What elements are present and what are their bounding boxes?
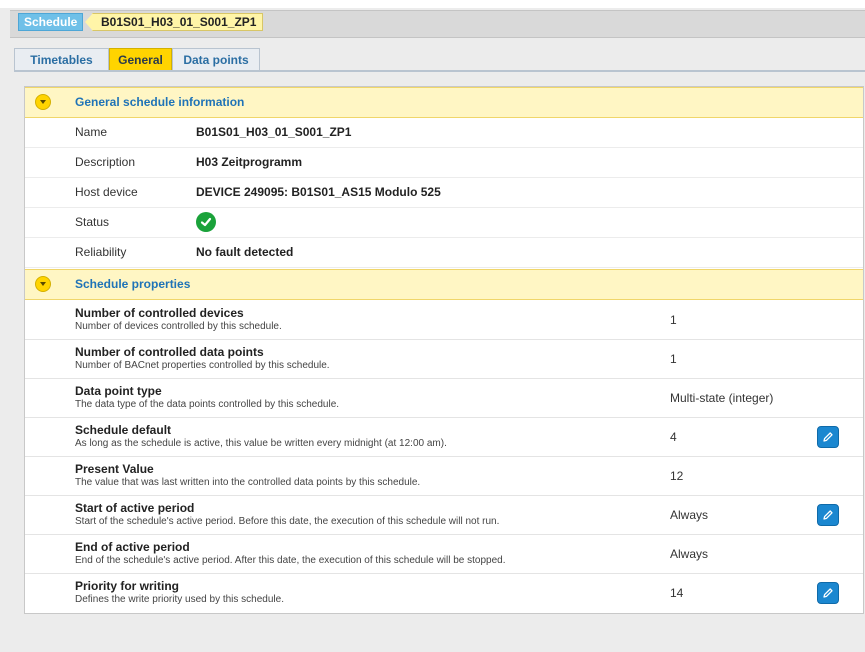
info-label: Status (75, 215, 110, 229)
section-properties-title: Schedule properties (75, 277, 191, 291)
prop-title: End of active period (75, 540, 190, 554)
prop-row-start-active-period: Start of active period Start of the sche… (25, 496, 863, 535)
prop-row-controlled-data-points: Number of controlled data points Number … (25, 340, 863, 379)
info-value: DEVICE 249095: B01S01_AS15 Modulo 525 (196, 185, 441, 199)
tab-bar: Timetables General Data points (14, 45, 865, 71)
breadcrumb-current: B01S01_H03_01_S001_ZP1 (84, 13, 264, 31)
prop-description: The value that was last written into the… (75, 477, 421, 488)
prop-value: 12 (670, 469, 684, 483)
tab-data-points[interactable]: Data points (172, 48, 260, 70)
collapse-icon[interactable] (35, 94, 51, 110)
info-row-description: Description H03 Zeitprogramm (25, 147, 863, 178)
prop-value: 4 (670, 430, 677, 444)
content-panel: General schedule information Name B01S01… (24, 86, 864, 614)
prop-value: 14 (670, 586, 684, 600)
pencil-icon (823, 588, 833, 598)
edit-start-active-period-button[interactable] (817, 504, 839, 526)
prop-title: Priority for writing (75, 579, 180, 593)
prop-description: Number of devices controlled by this sch… (75, 321, 282, 332)
section-general-header[interactable]: General schedule information (25, 87, 863, 118)
pencil-icon (823, 432, 833, 442)
tab-general[interactable]: General (109, 48, 172, 70)
breadcrumb-schedule[interactable]: Schedule (18, 13, 84, 31)
info-value: No fault detected (196, 245, 294, 259)
tab-underline (14, 70, 865, 72)
prop-title: Data point type (75, 384, 162, 398)
prop-description: Defines the write priority used by this … (75, 594, 284, 605)
edit-priority-for-writing-button[interactable] (817, 582, 839, 604)
prop-row-priority-for-writing: Priority for writing Defines the write p… (25, 574, 863, 612)
prop-row-end-active-period: End of active period End of the schedule… (25, 535, 863, 574)
info-value: B01S01_H03_01_S001_ZP1 (196, 125, 352, 139)
info-row-host-device: Host device DEVICE 249095: B01S01_AS15 M… (25, 177, 863, 208)
edit-schedule-default-button[interactable] (817, 426, 839, 448)
prop-description: Number of BACnet properties controlled b… (75, 360, 330, 371)
check-circle-icon (196, 212, 216, 232)
prop-value: 1 (670, 313, 677, 327)
pencil-icon (823, 510, 833, 520)
tab-timetables[interactable]: Timetables (14, 48, 109, 70)
prop-row-schedule-default: Schedule default As long as the schedule… (25, 418, 863, 457)
info-label: Name (75, 125, 108, 139)
prop-value: Always (670, 508, 709, 522)
info-row-status: Status (25, 207, 863, 238)
info-row-reliability: Reliability No fault detected (25, 237, 863, 268)
prop-value: Multi-state (integer) (670, 391, 774, 405)
section-general-title: General schedule information (75, 95, 245, 109)
prop-description: End of the schedule's active period. Aft… (75, 555, 506, 566)
info-label: Description (75, 155, 136, 169)
info-value: H03 Zeitprogramm (196, 155, 303, 169)
prop-row-controlled-devices: Number of controlled devices Number of d… (25, 301, 863, 340)
prop-value: Always (670, 547, 709, 561)
info-label: Host device (75, 185, 138, 199)
prop-value: 1 (670, 352, 677, 366)
prop-row-data-point-type: Data point type The data type of the dat… (25, 379, 863, 418)
prop-description: The data type of the data points control… (75, 399, 340, 410)
info-label: Reliability (75, 245, 127, 259)
top-strip (0, 0, 865, 8)
prop-title: Present Value (75, 462, 154, 476)
prop-title: Number of controlled data points (75, 345, 264, 359)
prop-title: Schedule default (75, 423, 172, 437)
prop-description: Start of the schedule's active period. B… (75, 516, 500, 527)
collapse-icon[interactable] (35, 276, 51, 292)
prop-title: Start of active period (75, 501, 195, 515)
prop-description: As long as the schedule is active, this … (75, 438, 447, 449)
prop-title: Number of controlled devices (75, 306, 244, 320)
section-properties-header[interactable]: Schedule properties (25, 269, 863, 300)
info-row-name: Name B01S01_H03_01_S001_ZP1 (25, 117, 863, 148)
prop-row-present-value: Present Value The value that was last wr… (25, 457, 863, 496)
